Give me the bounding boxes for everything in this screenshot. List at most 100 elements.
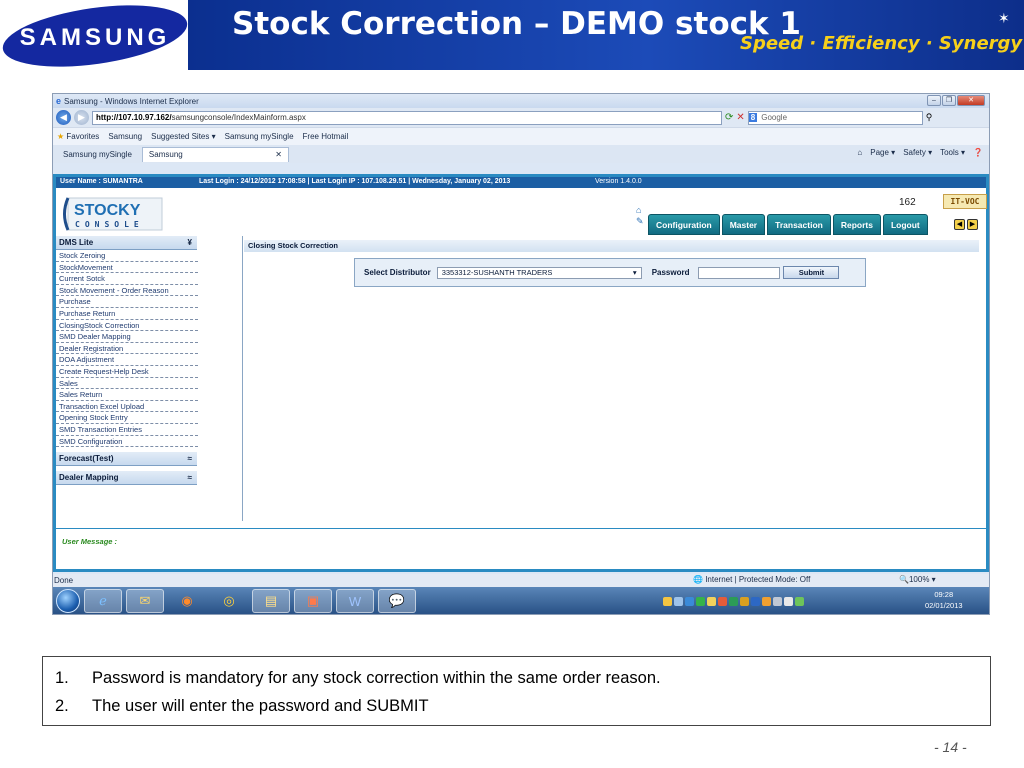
home-icon[interactable]: ⌂ [636, 205, 648, 216]
user-name: User Name : SUMANTRA [60, 178, 143, 185]
command-tools[interactable]: Tools ▾ [940, 148, 965, 157]
tray-icon[interactable] [773, 596, 782, 606]
refresh-icon[interactable]: ⟳ [725, 112, 733, 123]
chrome-taskbar-icon[interactable]: ◎ [210, 589, 248, 613]
tray-icon[interactable] [751, 596, 760, 606]
close-icon[interactable]: ✕ [957, 95, 985, 106]
it-voc-badge[interactable]: IT-VOC [943, 194, 987, 209]
nav-logout[interactable]: Logout [882, 214, 928, 235]
nav-arrows: ◀ ▶ [954, 219, 978, 230]
menu-item[interactable]: Create Request-Help Desk [56, 366, 198, 378]
tray-icon[interactable] [729, 596, 738, 606]
nav-reports[interactable]: Reports [832, 214, 881, 235]
security-zone-label: Internet | Protected Mode: Off [705, 575, 811, 584]
search-icon[interactable]: ⚲ [926, 112, 933, 123]
tray-icon[interactable] [718, 596, 727, 606]
command-safety[interactable]: Safety ▾ [903, 148, 932, 157]
logo-word: STOCKY [74, 202, 141, 219]
tray-icon[interactable] [707, 596, 716, 606]
tray-icon[interactable] [663, 596, 672, 606]
tab-samsung-mysingle[interactable]: Samsung mySingle [57, 147, 138, 162]
favorite-samsung[interactable]: Samsung [108, 132, 142, 141]
menu-section-dealer-mapping[interactable]: Dealer Mapping ≈ [56, 471, 197, 486]
explorer-taskbar-icon[interactable]: ▤ [252, 589, 290, 613]
menu-item[interactable]: Stock Movement - Order Reason [56, 285, 198, 297]
status-text: Done [54, 576, 74, 585]
url-field[interactable]: http://107.10.97.162/samsungconsole/Inde… [92, 110, 722, 125]
word-taskbar-icon[interactable]: W [336, 589, 374, 613]
favorites-button[interactable]: ★ Favorites [57, 132, 99, 141]
collapse-icon[interactable]: ¥ [188, 238, 192, 247]
password-field[interactable] [698, 266, 781, 279]
menu-item[interactable]: Opening Stock Entry [56, 412, 198, 424]
star-icon: ★ [57, 132, 65, 141]
menu-item[interactable]: SMD Transaction Entries [56, 424, 198, 436]
submit-button[interactable]: Submit [783, 266, 840, 279]
slide-slogan: Speed · Efficiency · Synergy [740, 33, 1023, 54]
tray-icon[interactable] [740, 596, 749, 606]
nav-transaction[interactable]: Transaction [767, 214, 831, 235]
content-title: Closing Stock Correction [244, 240, 979, 252]
left-menu: DMS Lite ¥ Stock Zeroing StockMovement Cur… [56, 236, 243, 521]
menu-item[interactable]: StockMovement [56, 262, 198, 274]
menu-item[interactable]: Dealer Registration [56, 343, 198, 355]
menu-item[interactable]: Stock Zeroing [56, 250, 198, 262]
main-nav: Configuration Master Transaction Reports… [648, 214, 928, 235]
expand-icon[interactable]: ≈ [188, 454, 192, 463]
distributor-select[interactable]: 3353312-SUSHANTH TRADERS ▾ [436, 266, 642, 279]
url-path: samsungconsole/IndexMainform.aspx [171, 113, 306, 122]
firefox-taskbar-icon[interactable]: ◉ [168, 589, 206, 613]
taskbar-clock[interactable]: 09:28 02/01/2013 [925, 589, 963, 611]
tray-icon[interactable] [696, 596, 705, 606]
minimize-icon[interactable]: – [927, 95, 941, 106]
tool-icon[interactable]: ✎ [636, 216, 648, 227]
menu-item[interactable]: DOA Adjustment [56, 354, 198, 366]
menu-item[interactable]: ClosingStock Correction [56, 320, 198, 332]
network-icon[interactable] [795, 596, 804, 606]
help-icon[interactable]: ❓ [973, 148, 983, 157]
start-button[interactable] [56, 589, 80, 613]
favorite-free-hotmail[interactable]: Free Hotmail [303, 132, 349, 141]
restore-icon[interactable]: ❐ [942, 95, 956, 106]
menu-item[interactable]: SMD Dealer Mapping [56, 331, 198, 343]
prev-arrow-icon[interactable]: ◀ [954, 219, 965, 230]
menu-item[interactable]: Purchase [56, 296, 198, 308]
tray-icon[interactable] [762, 596, 771, 606]
user-info-bar: User Name : SUMANTRA Last Login : 24/12/… [56, 177, 986, 188]
tray-icon[interactable] [685, 596, 694, 606]
command-page[interactable]: Page ▾ [870, 148, 895, 157]
version-label: Version 1.4.0.0 [595, 178, 642, 185]
forward-arrow-icon[interactable]: ▶ [74, 110, 89, 125]
nav-master[interactable]: Master [721, 214, 766, 235]
tab-samsung[interactable]: Samsung ✕ [141, 146, 289, 162]
menu-section-dms-lite[interactable]: DMS Lite ¥ [56, 236, 197, 250]
favorite-suggested-sites[interactable]: Suggested Sites ▾ [151, 132, 216, 141]
menu-item[interactable]: Purchase Return [56, 308, 198, 320]
expand-icon[interactable]: ≈ [188, 473, 192, 482]
zoom-level[interactable]: 🔍100% ▾ [899, 575, 936, 584]
menu-item[interactable]: Sales [56, 378, 198, 390]
ie-taskbar-icon[interactable]: ℯ [84, 589, 122, 613]
messenger-taskbar-icon[interactable]: 💬 [378, 589, 416, 613]
favorite-samsung-mysingle[interactable]: Samsung mySingle [225, 132, 294, 141]
note-text: The user will enter the password and SUB… [92, 697, 429, 715]
stop-icon[interactable]: ✕ [736, 112, 744, 123]
back-arrow-icon[interactable]: ◀ [56, 110, 71, 125]
outlook-taskbar-icon[interactable]: ✉ [126, 589, 164, 613]
windows-taskbar: ℯ ✉ ◉ ◎ ▤ ▣ W 💬 09:28 02/01/2013 [53, 587, 989, 614]
tray-icon[interactable] [674, 596, 683, 606]
menu-section-forecast[interactable]: Forecast(Test) ≈ [56, 452, 197, 467]
menu-item[interactable]: Sales Return [56, 389, 198, 401]
close-tab-icon[interactable]: ✕ [275, 150, 282, 159]
next-arrow-icon[interactable]: ▶ [967, 219, 978, 230]
powerpoint-taskbar-icon[interactable]: ▣ [294, 589, 332, 613]
home-icon[interactable]: ⌂ [857, 148, 862, 157]
search-input[interactable]: 8 Google [747, 110, 923, 125]
menu-section-title: DMS Lite [59, 238, 94, 247]
last-login: Last Login : 24/12/2012 17:08:58 | Last … [199, 178, 511, 185]
menu-item[interactable]: Transaction Excel Upload [56, 401, 198, 413]
volume-icon[interactable] [784, 596, 793, 606]
menu-item[interactable]: SMD Configuration [56, 436, 198, 448]
menu-item[interactable]: Current Sotck [56, 273, 198, 285]
nav-configuration[interactable]: Configuration [648, 214, 720, 235]
